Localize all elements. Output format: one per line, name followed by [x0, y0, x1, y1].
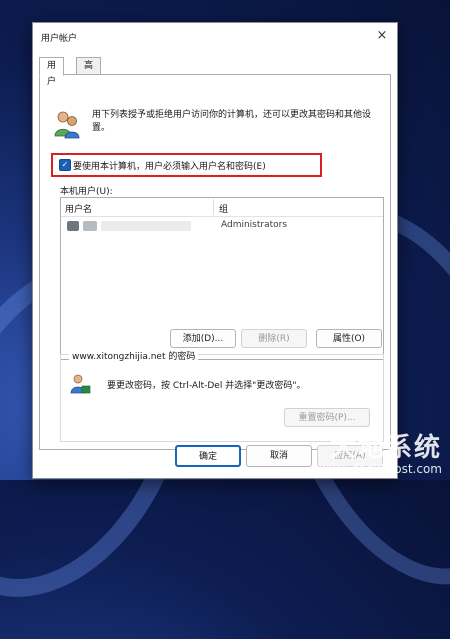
- user-avatar-blurred: [67, 221, 79, 231]
- remove-user-button[interactable]: 删除(R): [241, 329, 307, 348]
- column-header-username[interactable]: 用户名: [65, 202, 92, 215]
- users-icon: [54, 111, 80, 139]
- watermark-url: www.dadiGhost.com: [319, 462, 442, 476]
- local-users-label: 本机用户(U):: [60, 187, 113, 197]
- column-divider[interactable]: [213, 199, 214, 215]
- user-password-icon: [70, 374, 91, 394]
- close-icon[interactable]: ×: [373, 27, 391, 45]
- tab-advanced[interactable]: 高级: [76, 57, 102, 87]
- add-user-button[interactable]: 添加(D)...: [170, 329, 236, 348]
- site-watermark: 大地系统 www.dadiGhost.com: [319, 434, 442, 476]
- reset-password-button[interactable]: 重置密码(P)...: [284, 408, 370, 427]
- user-accounts-dialog: 用户帐户 × 用户 高级 用下列表授予或拒绝用户访问你的计算机，还可以更改其密码…: [32, 22, 398, 479]
- require-login-label[interactable]: 要使用本计算机，用户必须输入用户名和密码(E): [73, 159, 266, 172]
- list-header: 用户名 组: [61, 198, 383, 217]
- require-login-checkbox[interactable]: ✓: [59, 159, 71, 171]
- watermark-cn: 大地系统: [329, 433, 442, 463]
- password-group-title: www.xitongzhijia.net 的密码: [69, 349, 199, 362]
- list-cell-group: Administrators: [221, 220, 288, 230]
- username-blurred: [83, 221, 97, 231]
- password-change-hint: 要更改密码，按 Ctrl-Alt-Del 并选择"更改密码"。: [107, 381, 306, 391]
- username-blurred: [101, 221, 191, 231]
- column-header-group[interactable]: 组: [219, 202, 228, 215]
- intro-text: 用下列表授予或拒绝用户访问你的计算机，还可以更改其密码和其他设置。: [92, 110, 372, 133]
- users-tab-panel: 用下列表授予或拒绝用户访问你的计算机，还可以更改其密码和其他设置。 ✓ 要使用本…: [39, 74, 391, 450]
- cancel-button[interactable]: 取消: [246, 445, 312, 467]
- password-groupbox: www.xitongzhijia.net 的密码 要更改密码，按 Ctrl-Al…: [60, 349, 384, 442]
- properties-button[interactable]: 属性(O): [316, 329, 382, 348]
- tab-users[interactable]: 用户: [39, 57, 65, 87]
- title-bar[interactable]: 用户帐户 ×: [33, 23, 397, 51]
- list-item[interactable]: Administrators: [63, 218, 381, 234]
- window-title: 用户帐户: [41, 34, 78, 44]
- ok-button[interactable]: 确定: [175, 445, 241, 467]
